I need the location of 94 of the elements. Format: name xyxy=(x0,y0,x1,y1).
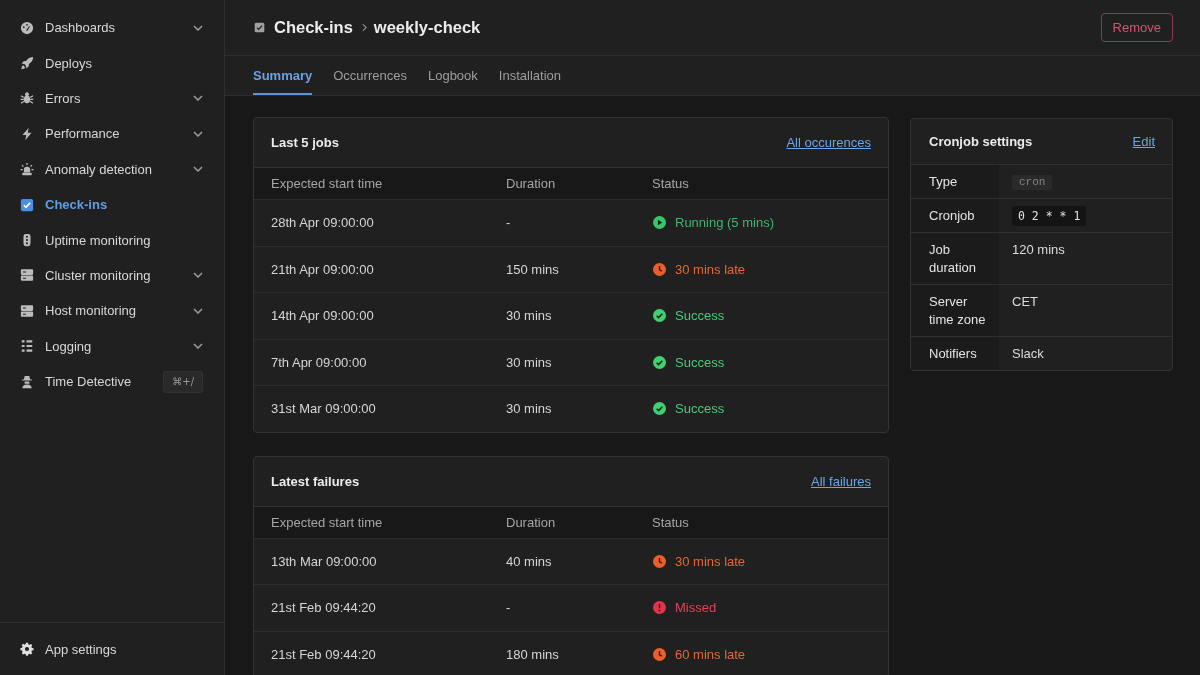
sidebar-item[interactable]: Time Detective xyxy=(20,374,164,390)
chevron-down-icon[interactable] xyxy=(193,24,203,31)
table-cell-text: 30 mins xyxy=(506,354,553,370)
siren-icon xyxy=(20,162,34,177)
table-cell-text: 21st Feb 09:44:20 xyxy=(271,646,377,662)
sidebar-item[interactable]: Host monitoring xyxy=(20,303,193,319)
check-circle-icon xyxy=(653,355,666,369)
sidebar-item[interactable]: Performance xyxy=(20,126,193,142)
sidebar-item[interactable]: App settings xyxy=(20,641,224,657)
sidebar-item[interactable]: Check-ins xyxy=(20,197,203,213)
person-icon xyxy=(20,374,34,389)
edit-link[interactable]: Edit xyxy=(1132,134,1155,149)
table-cell-text: 21st Feb 09:44:20 xyxy=(271,600,377,616)
page-title: weekly-check xyxy=(373,18,481,37)
status-text: Success xyxy=(675,401,725,417)
clock-icon xyxy=(653,647,666,661)
status-text: Missed xyxy=(675,600,717,616)
setting-label: Type xyxy=(911,165,999,198)
chevron-down-icon[interactable] xyxy=(193,166,203,173)
sidebar-item[interactable]: Anomaly detection xyxy=(20,161,193,177)
tab[interactable]: Summary xyxy=(253,56,313,95)
chevron-down-icon[interactable] xyxy=(193,343,203,350)
view-all-link[interactable]: All occurences xyxy=(786,135,871,150)
setting-value: 120 mins xyxy=(1012,242,1065,258)
table-cell-text: 28th Apr 09:00:00 xyxy=(271,215,375,231)
breadcrumb-link[interactable]: Check-ins xyxy=(274,18,353,37)
play-icon xyxy=(653,216,666,230)
column-header: Duration xyxy=(506,176,557,191)
sidebar-item[interactable]: Deploys xyxy=(20,55,203,71)
rocket-icon xyxy=(20,56,34,71)
server-icon xyxy=(20,303,34,318)
status-text: 30 mins late xyxy=(675,261,746,277)
chevron-down-icon[interactable] xyxy=(193,272,203,279)
clock-icon xyxy=(653,554,666,568)
tab[interactable]: Logbook xyxy=(427,56,478,95)
chevron-down-icon[interactable] xyxy=(193,95,203,102)
gauge-icon xyxy=(20,20,34,35)
code-snippet: 0 2 * * 1 xyxy=(1012,206,1087,227)
status-text: Success xyxy=(675,308,725,324)
setting-value: Slack xyxy=(1012,346,1044,362)
check-circle-icon xyxy=(653,309,666,323)
sidebar-item[interactable]: Cluster monitoring xyxy=(20,267,193,283)
checkbox-icon xyxy=(254,22,265,33)
card-title: Cronjob settings xyxy=(929,134,1033,149)
sidebar-item[interactable]: Errors xyxy=(20,90,193,106)
status-text: 30 mins late xyxy=(675,553,746,569)
type-tag: cron xyxy=(1012,175,1053,191)
table-cell-text: 30 mins xyxy=(506,401,553,417)
card-title: Latest failures xyxy=(271,473,360,489)
settings-icon xyxy=(20,642,34,656)
server-icon xyxy=(20,268,34,283)
sidebar-item[interactable]: Uptime monitoring xyxy=(20,232,203,248)
sidebar-item[interactable]: Logging xyxy=(20,338,193,354)
table-cell-text: - xyxy=(506,600,512,616)
table-cell-text: 40 mins xyxy=(506,553,553,569)
setting-value: CET xyxy=(1012,294,1038,310)
setting-label: Notifiers xyxy=(911,337,999,371)
column-header: Expected start time xyxy=(271,176,384,191)
column-header: Status xyxy=(652,176,690,191)
checkbox-icon xyxy=(20,197,34,212)
table-cell-text: 13th Mar 09:00:00 xyxy=(271,553,378,569)
sidebar-item[interactable]: Dashboards xyxy=(20,20,193,36)
table-cell-text: 14th Apr 09:00:00 xyxy=(271,308,375,324)
bolt-icon xyxy=(20,126,34,141)
table-cell-text: 7th Apr 09:00:00 xyxy=(271,354,368,370)
setting-label: Server time zone xyxy=(911,285,999,337)
table-cell-text: - xyxy=(506,215,512,231)
setting-label: Cronjob xyxy=(911,199,999,233)
tab[interactable]: Occurrences xyxy=(333,56,407,95)
chevron-down-icon[interactable] xyxy=(193,307,203,314)
table-cell-text: 30 mins xyxy=(506,308,553,324)
column-header: Expected start time xyxy=(271,514,384,530)
column-header: Status xyxy=(652,514,690,530)
status-text: 60 mins late xyxy=(675,646,746,662)
table-cell-text: 31st Mar 09:00:00 xyxy=(271,401,377,417)
table-cell-text: 21th Apr 09:00:00 xyxy=(271,261,375,277)
alert-icon xyxy=(653,601,666,615)
chevron-right-icon xyxy=(361,23,367,32)
remove-button[interactable]: Remove xyxy=(1100,13,1173,42)
setting-label: Job duration xyxy=(911,233,999,285)
table-cell-text: 150 mins xyxy=(506,261,560,277)
chevron-down-icon[interactable] xyxy=(193,130,203,137)
check-circle-icon xyxy=(653,402,666,416)
card-title: Last 5 jobs xyxy=(271,135,339,150)
status-text: Running (5 mins) xyxy=(675,215,774,231)
tab[interactable]: Installation xyxy=(498,56,561,95)
clock-icon xyxy=(653,262,666,276)
view-all-link[interactable]: All failures xyxy=(811,473,871,489)
table-cell-text: 180 mins xyxy=(506,646,560,662)
list-icon xyxy=(20,339,34,354)
keyboard-shortcut: ⌘+/ xyxy=(163,370,203,393)
column-header: Duration xyxy=(506,514,557,530)
status-text: Success xyxy=(675,354,725,370)
bug-icon xyxy=(20,91,34,106)
